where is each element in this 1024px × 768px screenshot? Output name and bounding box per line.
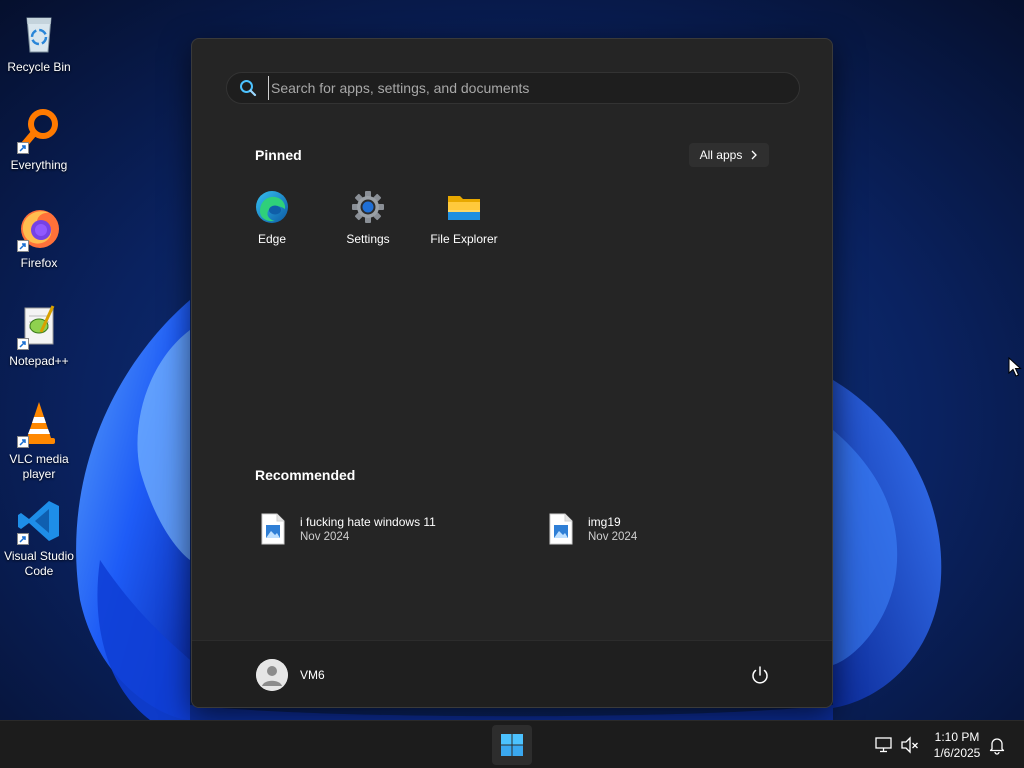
network-tray-button[interactable] — [874, 735, 894, 755]
recommended-item-name: img19 — [588, 514, 621, 529]
desktop-icon-label: VLC media player — [9, 452, 69, 481]
search-input[interactable] — [268, 76, 799, 100]
network-icon — [875, 737, 892, 753]
user-name: VM6 — [300, 668, 325, 682]
recommended-item-name: i fucking hate windows 11 — [300, 514, 436, 529]
user-icon — [256, 659, 288, 691]
windows-logo-icon — [501, 734, 523, 756]
shortcut-arrow-icon — [17, 240, 29, 252]
shortcut-arrow-icon — [17, 533, 29, 545]
notification-button[interactable] — [987, 735, 1007, 755]
recommended-title: Recommended — [255, 467, 356, 483]
pinned-title: Pinned — [255, 147, 302, 163]
recommended-item[interactable]: i fucking hate windows 11 Nov 2024 — [260, 509, 520, 549]
settings-gear-icon — [350, 189, 386, 225]
desktop-icon-label: Everything — [10, 158, 68, 172]
power-icon — [752, 666, 768, 684]
desktop-icon-vscode[interactable]: Visual Studio Code — [0, 497, 78, 579]
edge-icon — [254, 189, 290, 225]
shortcut-arrow-icon — [17, 142, 29, 154]
user-account-button[interactable]: VM6 — [256, 658, 325, 692]
start-button[interactable] — [492, 725, 532, 765]
recommended-item[interactable]: img19 Nov 2024 — [548, 509, 808, 549]
desktop-icon-label: Notepad++ — [9, 354, 69, 368]
folder-icon — [446, 189, 482, 225]
volume-muted-icon — [901, 736, 918, 754]
desktop-icon-recycle-bin[interactable]: Recycle Bin — [0, 8, 78, 75]
start-menu: Pinned All apps Edge — [191, 38, 833, 708]
recycle-bin-icon — [15, 8, 63, 56]
firefox-icon — [15, 204, 63, 252]
everything-search-icon — [15, 106, 63, 154]
taskbar: 1:10 PM 1/6/2025 — [0, 720, 1024, 768]
desktop-icon-firefox[interactable]: Firefox — [0, 204, 78, 271]
vlc-cone-icon — [15, 400, 63, 448]
avatar — [256, 659, 288, 691]
volume-tray-button[interactable] — [900, 735, 920, 755]
image-file-icon — [548, 513, 574, 545]
image-file-icon — [260, 513, 286, 545]
mouse-cursor-icon — [1008, 357, 1022, 377]
pinned-app-edge[interactable]: Edge — [224, 189, 320, 246]
all-apps-label: All apps — [699, 148, 743, 162]
start-menu-footer: VM6 — [192, 640, 832, 707]
chevron-right-icon — [751, 150, 758, 160]
desktop-icon-everything[interactable]: Everything — [0, 106, 78, 173]
power-button[interactable] — [748, 663, 772, 687]
all-apps-button[interactable]: All apps — [689, 143, 769, 167]
vscode-icon — [15, 497, 63, 545]
pinned-app-label: File Explorer — [430, 232, 498, 246]
notification-bell-icon — [989, 738, 1005, 755]
desktop-icon-vlc[interactable]: VLC media player — [0, 400, 78, 482]
recommended-item-date: Nov 2024 — [300, 530, 350, 543]
pinned-app-label: Settings — [346, 232, 390, 246]
start-search-box[interactable] — [226, 72, 800, 104]
clock-date: 1/6/2025 — [933, 746, 981, 760]
desktop-icon-label: Recycle Bin — [7, 60, 71, 74]
clock-time: 1:10 PM — [934, 730, 980, 744]
pinned-app-file-explorer[interactable]: File Explorer — [416, 189, 512, 246]
pinned-app-label: Edge — [257, 232, 287, 246]
taskbar-clock[interactable]: 1:10 PM 1/6/2025 — [922, 729, 992, 761]
shortcut-arrow-icon — [17, 436, 29, 448]
desktop-icon-notepad-plus-plus[interactable]: Notepad++ — [0, 302, 78, 369]
recommended-item-date: Nov 2024 — [588, 530, 638, 543]
notepad-plus-plus-icon — [15, 302, 63, 350]
search-icon — [240, 80, 257, 97]
pinned-app-settings[interactable]: Settings — [320, 189, 416, 246]
desktop-icon-label: Visual Studio Code — [4, 549, 74, 578]
desktop-icon-label: Firefox — [20, 256, 58, 270]
shortcut-arrow-icon — [17, 338, 29, 350]
